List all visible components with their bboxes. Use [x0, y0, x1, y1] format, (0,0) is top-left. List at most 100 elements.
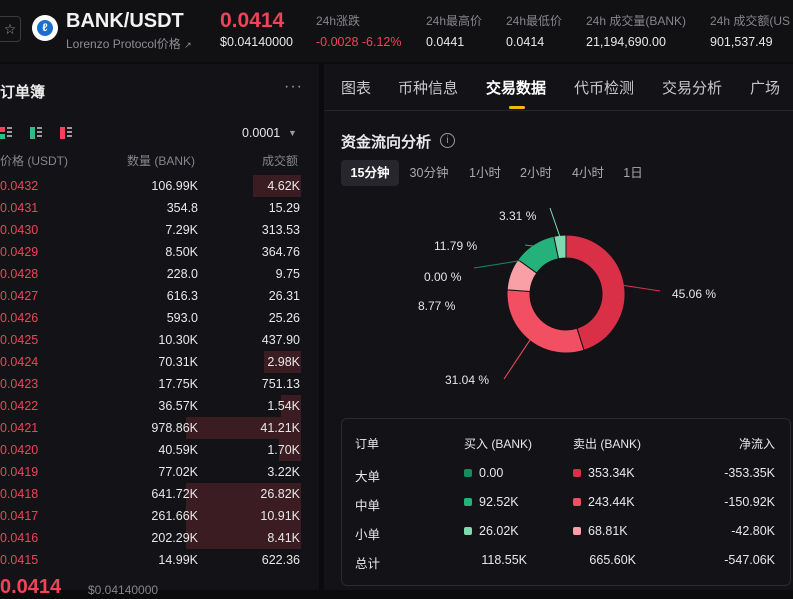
stat-turnover-label: 24h 成交额(US: [710, 14, 791, 28]
orderbook-row[interactable]: 0.0424 70.31K 2.98K: [0, 351, 319, 373]
row-price: 0.0421: [0, 421, 39, 435]
row-price: 0.0429: [0, 245, 39, 259]
more-options-icon[interactable]: ···: [284, 78, 303, 96]
row-qty: 14.99K: [158, 553, 198, 567]
pie-label-0-00: 0.00 %: [424, 270, 462, 284]
orderbook-row[interactable]: 0.0420 40.59K 1.70K: [0, 439, 319, 461]
row-price: 0.0422: [0, 399, 39, 413]
row-qty: 593.0: [166, 311, 198, 325]
period-2h[interactable]: 2小时: [514, 160, 558, 186]
row-total: 1.70K: [267, 443, 300, 457]
row-total: 26.31: [268, 289, 300, 303]
tab-trading-data[interactable]: 交易数据: [486, 77, 546, 98]
row-price: 0.0420: [0, 443, 39, 457]
row-price: 0.0425: [0, 333, 39, 347]
pair-name[interactable]: BANK/USDT: [66, 10, 184, 33]
row-price: 0.0419: [0, 465, 39, 479]
view-bids-icon[interactable]: [30, 127, 42, 139]
orderbook-row[interactable]: 0.0416 202.29K 8.41K: [0, 527, 319, 549]
sell-value: 68.81K: [588, 524, 628, 538]
tab-square[interactable]: 广场: [750, 77, 780, 98]
sell-swatch: [573, 498, 581, 506]
stat-low-label: 24h最低价: [506, 14, 563, 28]
tab-chart[interactable]: 图表: [341, 77, 371, 98]
tab-coin-info[interactable]: 币种信息: [398, 77, 458, 98]
tab-token-check[interactable]: 代币检测: [574, 77, 634, 98]
tab-divider: [324, 110, 793, 111]
view-asks-icon[interactable]: [60, 127, 72, 139]
row-total: 41.21K: [260, 421, 300, 435]
token-logo-mark-icon: ℓ: [37, 20, 53, 36]
chevron-down-icon[interactable]: ▼: [288, 128, 297, 138]
row-qty: 40.59K: [158, 443, 198, 457]
orderbook-row[interactable]: 0.0418 641.72K 26.82K: [0, 483, 319, 505]
flow-row-net: -42.80K: [731, 524, 775, 538]
pie-label-8-77: 8.77 %: [418, 299, 456, 313]
period-1d[interactable]: 1日: [617, 160, 649, 186]
view-both-icon[interactable]: [0, 127, 12, 139]
row-price: 0.0415: [0, 553, 39, 567]
fund-flow-donut-chart: [473, 207, 661, 380]
row-total: 9.75: [275, 267, 300, 281]
row-qty: 77.02K: [158, 465, 198, 479]
flow-row-buy: 0.00: [464, 466, 503, 480]
row-qty: 641.72K: [151, 487, 198, 501]
row-qty: 261.66K: [151, 509, 198, 523]
tick-size-select[interactable]: 0.0001: [242, 126, 280, 140]
orderbook-row[interactable]: 0.0417 261.66K 10.91K: [0, 505, 319, 527]
period-15m[interactable]: 15分钟: [341, 160, 399, 186]
row-qty: 228.0: [166, 267, 198, 281]
stat-change-value: -0.0028 -6.12%: [316, 35, 402, 49]
orderbook-row[interactable]: 0.0423 17.75K 751.13: [0, 373, 319, 395]
row-qty: 7.29K: [165, 223, 198, 237]
period-1h[interactable]: 1小时: [463, 160, 507, 186]
row-price: 0.0423: [0, 377, 39, 391]
flow-total-net: -547.06K: [724, 553, 775, 567]
orderbook-row[interactable]: 0.0432 106.99K 4.62K: [0, 175, 319, 197]
token-price-link[interactable]: Lorenzo Protocol价格 ↗: [66, 35, 192, 52]
orderbook-row[interactable]: 0.0421 978.86K 41.21K: [0, 417, 319, 439]
orderbook-title: 订单簿: [0, 84, 46, 101]
orderbook-row[interactable]: 0.0415 14.99K 622.36: [0, 549, 319, 571]
sell-value: 353.34K: [588, 466, 635, 480]
row-price: 0.0424: [0, 355, 39, 369]
token-price-link-label: Lorenzo Protocol价格: [66, 37, 181, 51]
stat-volume-label: 24h 成交量(BANK): [586, 14, 687, 28]
stat-high-value: 0.0441: [426, 35, 465, 49]
row-total: 4.62K: [267, 179, 300, 193]
orderbook-row[interactable]: 0.0429 8.50K 364.76: [0, 241, 319, 263]
flow-row-buy: 92.52K: [464, 495, 519, 509]
orderbook-row[interactable]: 0.0425 10.30K 437.90: [0, 329, 319, 351]
orderbook-row[interactable]: 0.0431 354.8 15.29: [0, 197, 319, 219]
orderbook-row[interactable]: 0.0430 7.29K 313.53: [0, 219, 319, 241]
stat-change-label: 24h涨跌: [316, 14, 361, 28]
row-total: 10.91K: [260, 509, 300, 523]
buy-swatch: [464, 527, 472, 535]
orderbook-row[interactable]: 0.0426 593.0 25.26: [0, 307, 319, 329]
orderbook-row[interactable]: 0.0422 36.57K 1.54K: [0, 395, 319, 417]
pie-label-3-31: 3.31 %: [499, 209, 537, 223]
flow-row-sell: 353.34K: [573, 466, 635, 480]
row-total: 364.76: [261, 245, 300, 259]
period-4h[interactable]: 4小时: [566, 160, 610, 186]
row-total: 8.41K: [267, 531, 300, 545]
row-qty: 202.29K: [151, 531, 198, 545]
orderbook-row[interactable]: 0.0419 77.02K 3.22K: [0, 461, 319, 483]
fund-flow-title: 资金流向分析: [341, 134, 432, 151]
row-price: 0.0416: [0, 531, 39, 545]
pie-label-31-04: 31.04 %: [445, 373, 490, 387]
row-total: 1.54K: [267, 399, 300, 413]
buy-value: 26.02K: [479, 524, 519, 538]
row-price: 0.0426: [0, 311, 39, 325]
orderbook-row[interactable]: 0.0428 228.0 9.75: [0, 263, 319, 285]
period-30m[interactable]: 30分钟: [403, 160, 455, 186]
row-price: 0.0432: [0, 179, 39, 193]
info-icon[interactable]: i: [440, 133, 455, 148]
favorite-star-icon[interactable]: ☆: [0, 16, 21, 42]
orderbook-row[interactable]: 0.0427 616.3 26.31: [0, 285, 319, 307]
row-total: 622.36: [261, 553, 300, 567]
row-qty: 8.50K: [165, 245, 198, 259]
sell-swatch: [573, 527, 581, 535]
pie-label-45-06: 45.06 %: [672, 287, 717, 301]
tab-trade-analysis[interactable]: 交易分析: [662, 77, 722, 98]
